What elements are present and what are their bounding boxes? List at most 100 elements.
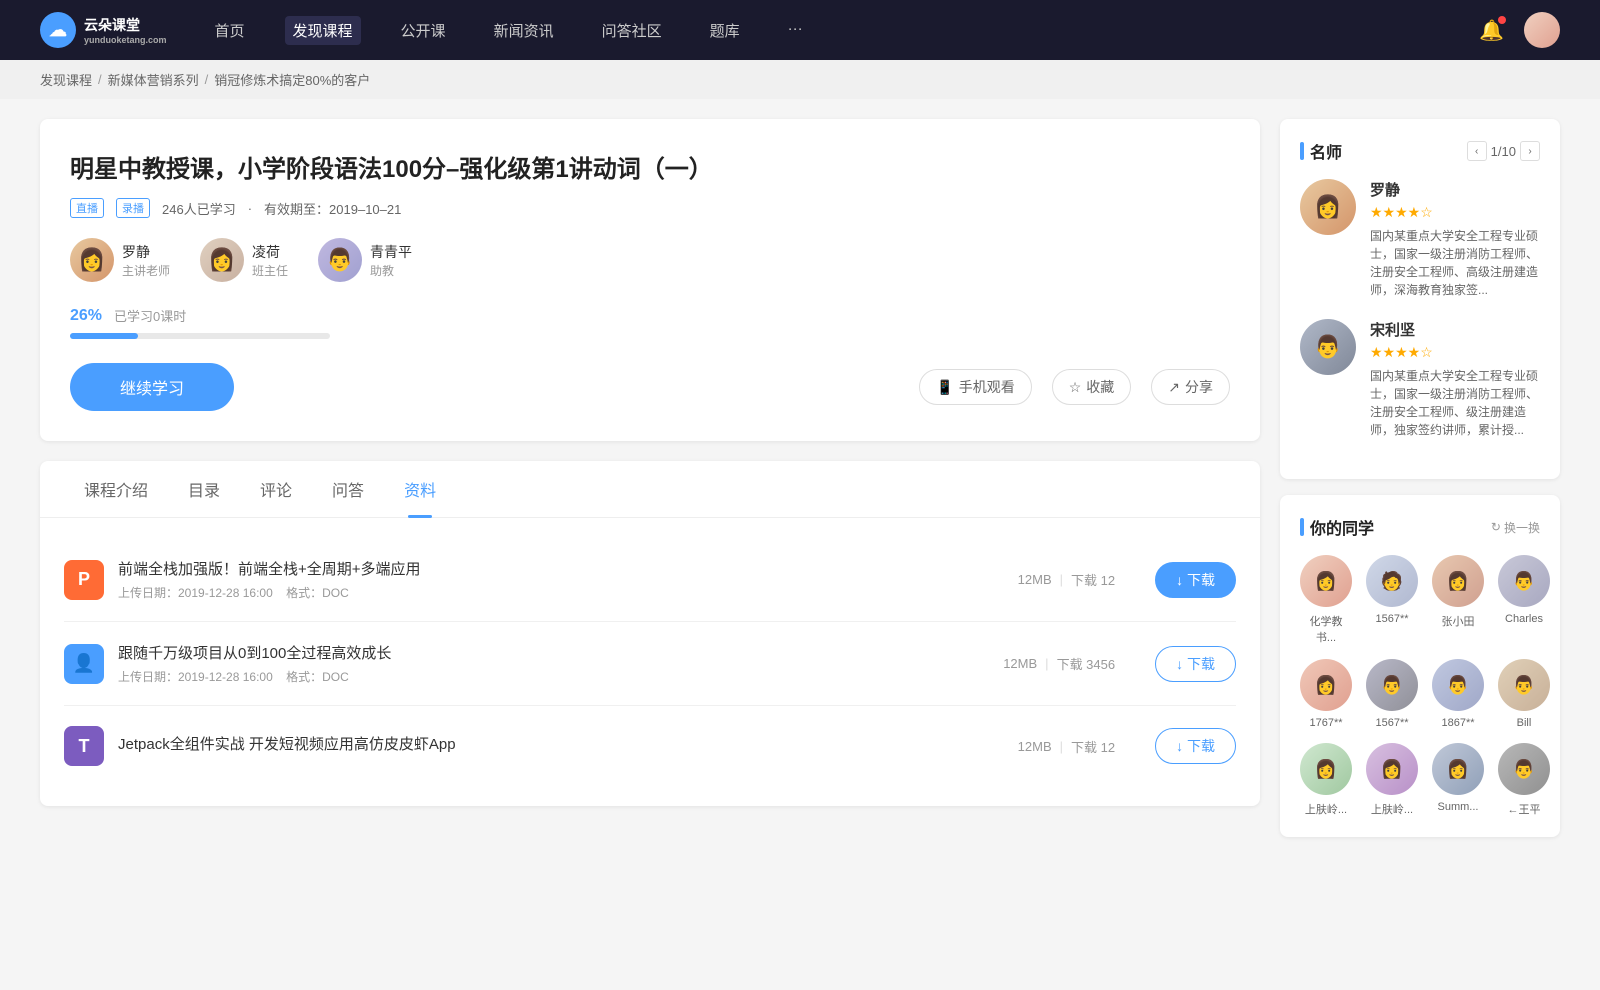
resource-item-3: T Jetpack全组件实战 开发短视频应用高仿皮皮虾App 12MB | 下载…: [64, 706, 1236, 786]
classmate-3[interactable]: 👩 张小田: [1432, 555, 1484, 645]
logo-sub-text: yunduoketang.com: [84, 35, 167, 45]
action-row: 继续学习 📱 手机观看 ☆ 收藏 ↗ 分享: [70, 363, 1230, 411]
share-label: 分享: [1185, 377, 1213, 397]
progress-text: 已学习0课时: [114, 306, 186, 325]
classmate-1-name: 化学教书...: [1300, 613, 1352, 645]
teacher-2-info: 凌荷 班主任: [252, 242, 288, 279]
page-next-btn[interactable]: ›: [1520, 141, 1540, 161]
content-right: 名师 ‹ 1/10 › 👩 罗静 ★★★★☆ 国内某重点大: [1280, 119, 1560, 853]
classmates-grid: 👩 化学教书... 🧑 1567** 👩 张小田 👨 Charles 👩: [1300, 555, 1540, 817]
sidebar-teacher-1-stars: ★★★★☆: [1370, 204, 1540, 221]
classmate-6[interactable]: 👨 1567**: [1366, 659, 1418, 729]
classmate-3-name: 张小田: [1442, 613, 1475, 629]
breadcrumb-item-3: 销冠修炼术搞定80%的客户: [214, 70, 370, 89]
resource-info-2: 跟随千万级项目从0到100全过程高效成长 上传日期：2019-12-28 16:…: [118, 642, 963, 685]
progress-section: 26% 已学习0课时: [70, 306, 1230, 339]
tab-comments[interactable]: 评论: [240, 461, 312, 517]
badge-live: 直播: [70, 198, 104, 218]
resource-icon-1: P: [64, 560, 104, 600]
nav-questions[interactable]: 题库: [702, 16, 748, 45]
download-button-1[interactable]: ↓ 下载: [1155, 562, 1236, 598]
tabs-header: 课程介绍 目录 评论 问答 资料: [40, 461, 1260, 518]
classmate-12[interactable]: 👨 ←王平: [1498, 743, 1550, 817]
continue-study-button[interactable]: 继续学习: [70, 363, 234, 411]
classmate-7-name: 1867**: [1441, 717, 1474, 729]
breadcrumb: 发现课程 / 新媒体营销系列 / 销冠修炼术搞定80%的客户: [0, 60, 1600, 99]
content-left: 明星中教授课，小学阶段语法100分–强化级第1讲动词（一） 直播 录播 246人…: [40, 119, 1260, 853]
classmate-6-name: 1567**: [1375, 717, 1408, 729]
classmate-8[interactable]: 👨 Bill: [1498, 659, 1550, 729]
teacher-3-role: 助教: [370, 262, 412, 279]
tabs-card: 课程介绍 目录 评论 问答 资料 P 前端全栈加强版！前端全栈+全周期+多端应用…: [40, 461, 1260, 806]
tab-intro[interactable]: 课程介绍: [64, 461, 168, 517]
progress-percent: 26%: [70, 307, 102, 325]
classmate-8-name: Bill: [1517, 717, 1532, 729]
tab-qa[interactable]: 问答: [312, 461, 384, 517]
user-avatar-header[interactable]: [1524, 12, 1560, 48]
mobile-icon: 📱: [936, 379, 953, 396]
course-title: 明星中教授课，小学阶段语法100分–强化级第1讲动词（一）: [70, 149, 1230, 184]
logo-main-text: 云朵课堂: [84, 15, 167, 35]
classmate-7[interactable]: 👨 1867**: [1432, 659, 1484, 729]
sidebar-teacher-1-info: 罗静 ★★★★☆ 国内某重点大学安全工程专业硕士，国家一级注册消防工程师、注册安…: [1370, 179, 1540, 299]
teacher-1: 👩 罗静 主讲老师: [70, 238, 170, 282]
format-2: 格式：DOC: [286, 670, 349, 684]
tab-catalog[interactable]: 目录: [168, 461, 240, 517]
classmate-10-avatar: 👩: [1366, 743, 1418, 795]
logo[interactable]: ☁ 云朵课堂 yunduoketang.com: [40, 12, 167, 48]
classmate-4[interactable]: 👨 Charles: [1498, 555, 1550, 645]
classmates-title: 你的同学: [1300, 515, 1374, 539]
breadcrumb-item-2[interactable]: 新媒体营销系列: [108, 70, 199, 89]
badge-record: 录播: [116, 198, 150, 218]
teacher-1-avatar: 👩: [70, 238, 114, 282]
share-button[interactable]: ↗ 分享: [1151, 369, 1230, 405]
upload-date-1: 上传日期：2019-12-28 16:00: [118, 586, 273, 600]
nav-more[interactable]: ···: [780, 16, 811, 45]
dot-sep: ·: [248, 201, 252, 216]
nav-open[interactable]: 公开课: [393, 16, 454, 45]
course-card: 明星中教授课，小学阶段语法100分–强化级第1讲动词（一） 直播 录播 246人…: [40, 119, 1260, 441]
download-button-3[interactable]: ↓ 下载: [1155, 728, 1236, 764]
refresh-label: 换一换: [1504, 519, 1540, 536]
resource-title-2: 跟随千万级项目从0到100全过程高效成长: [118, 642, 963, 663]
download-button-2[interactable]: ↓ 下载: [1155, 646, 1236, 682]
classmate-6-avatar: 👨: [1366, 659, 1418, 711]
breadcrumb-item-1[interactable]: 发现课程: [40, 70, 92, 89]
teachers-row: 👩 罗静 主讲老师 👩 凌荷 班主任: [70, 238, 1230, 282]
nav-home[interactable]: 首页: [207, 16, 253, 45]
nav-news[interactable]: 新闻资讯: [486, 16, 562, 45]
upload-date-2: 上传日期：2019-12-28 16:00: [118, 670, 273, 684]
course-meta: 直播 录播 246人已学习 · 有效期至：2019–10–21: [70, 198, 1230, 218]
classmate-7-avatar: 👨: [1432, 659, 1484, 711]
valid-until: 有效期至：2019–10–21: [264, 199, 401, 218]
progress-bar: [70, 333, 330, 339]
teacher-2: 👩 凌荷 班主任: [200, 238, 288, 282]
teacher-3-name: 青青平: [370, 242, 412, 262]
classmate-1-avatar: 👩: [1300, 555, 1352, 607]
classmate-11[interactable]: 👩 Summ...: [1432, 743, 1484, 817]
resource-info-3: Jetpack全组件实战 开发短视频应用高仿皮皮虾App: [118, 733, 978, 759]
sidebar-teacher-2-info: 宋利坚 ★★★★☆ 国内某重点大学安全工程专业硕士，国家一级注册消防工程师、注册…: [1370, 319, 1540, 439]
sidebar-teacher-2: 👨 宋利坚 ★★★★☆ 国内某重点大学安全工程专业硕士，国家一级注册消防工程师、…: [1300, 319, 1540, 439]
refresh-button[interactable]: ↻ 换一换: [1491, 519, 1540, 536]
classmate-10[interactable]: 👩 上肤岭...: [1366, 743, 1418, 817]
bell-icon[interactable]: 🔔: [1479, 18, 1504, 43]
sidebar-teacher-2-name: 宋利坚: [1370, 319, 1540, 340]
classmate-10-name: 上肤岭...: [1371, 801, 1413, 817]
classmate-2[interactable]: 🧑 1567**: [1366, 555, 1418, 645]
classmate-9[interactable]: 👩 上肤岭...: [1300, 743, 1352, 817]
classmate-1[interactable]: 👩 化学教书...: [1300, 555, 1352, 645]
collect-button[interactable]: ☆ 收藏: [1052, 369, 1132, 405]
mobile-watch-button[interactable]: 📱 手机观看: [919, 369, 1031, 405]
resource-info-1: 前端全栈加强版！前端全栈+全周期+多端应用 上传日期：2019-12-28 16…: [118, 558, 978, 601]
teachers-sidebar-title: 名师: [1300, 139, 1342, 163]
page-prev-btn[interactable]: ‹: [1467, 141, 1487, 161]
refresh-icon: ↻: [1491, 520, 1501, 534]
nav-discover[interactable]: 发现课程: [285, 16, 361, 45]
breadcrumb-sep-1: /: [98, 72, 102, 87]
logo-icon: ☁: [40, 12, 76, 48]
classmate-5[interactable]: 👩 1767**: [1300, 659, 1352, 729]
nav-qa[interactable]: 问答社区: [594, 16, 670, 45]
classmate-12-name: ←王平: [1508, 801, 1541, 817]
tab-resources[interactable]: 资料: [384, 461, 456, 517]
